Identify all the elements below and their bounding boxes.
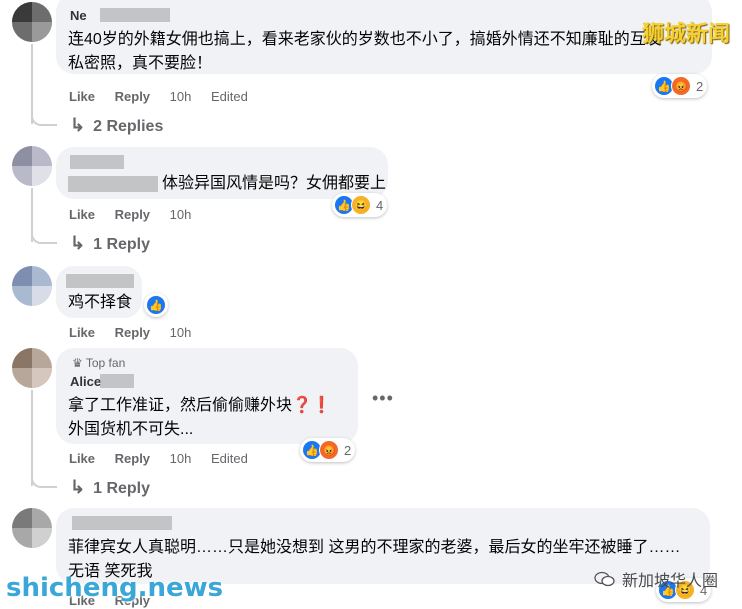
view-replies-button[interactable]: ↳ 1 Reply: [70, 477, 150, 498]
comment-author[interactable]: Alice: [70, 374, 101, 389]
comment-bubble: 体验异国风情是吗？女佣都要上: [56, 147, 388, 199]
thread-elbow: [31, 228, 57, 244]
reaction-summary[interactable]: 👍 😡 2: [300, 438, 356, 462]
author-redaction: [72, 516, 172, 530]
avatar[interactable]: [12, 266, 52, 306]
angry-icon: 😡: [319, 440, 339, 460]
avatar[interactable]: [12, 508, 52, 548]
wechat-icon: [594, 571, 616, 587]
watermark-bottom-left: shicheng.news: [6, 573, 224, 603]
reaction-summary[interactable]: 👍: [144, 293, 168, 317]
reaction-summary[interactable]: 👍 😡 2: [652, 74, 708, 98]
thread-elbow: [31, 110, 57, 126]
timestamp[interactable]: 10h: [170, 207, 192, 222]
like-button[interactable]: Like: [69, 451, 95, 466]
comment-actions: Like Reply 10h: [69, 325, 207, 340]
watermark-text: 新加坡华人圈: [621, 571, 718, 590]
avatar[interactable]: [12, 2, 52, 42]
reply-arrow-icon: ↳: [70, 115, 86, 135]
reaction-count: 4: [376, 197, 384, 213]
badge-icon: ♛: [72, 356, 86, 370]
reply-button[interactable]: Reply: [115, 451, 150, 466]
edited-label: Edited: [211, 89, 248, 104]
comment-text-line: 鸡不择食: [68, 294, 133, 311]
reply-button[interactable]: Reply: [115, 325, 150, 340]
comment-actions: Like Reply 10h Edited: [69, 451, 264, 466]
reply-button[interactable]: Reply: [115, 89, 150, 104]
avatar[interactable]: [12, 146, 52, 186]
avatar[interactable]: [12, 348, 52, 388]
like-icon: 👍: [146, 295, 166, 315]
timestamp[interactable]: 10h: [170, 451, 192, 466]
reply-button[interactable]: Reply: [115, 207, 150, 222]
view-replies-button[interactable]: ↳ 1 Reply: [70, 233, 150, 254]
edited-label: Edited: [211, 451, 248, 466]
top-fan-badge: ♛ Top fan: [72, 356, 126, 370]
timestamp[interactable]: 10h: [170, 89, 192, 104]
author-redaction: [100, 8, 170, 22]
comment-actions: Like Reply 10h Edited: [69, 89, 264, 104]
reaction-count: 2: [344, 442, 352, 458]
timestamp[interactable]: 10h: [170, 325, 192, 340]
comment-text-line: 私密照，真不要脸！: [68, 55, 213, 72]
comment-text-line: 连40岁的外籍女佣也搞上，看来老家伙的岁数也不小了，搞婚外情还不知廉耻的互发: [68, 31, 662, 48]
comment-text-line: 菲律宾女人真聪明……只是她没想到 这男的不理家的老婆，最后女的坐牢还被睡了……: [68, 539, 681, 556]
thread-elbow: [31, 472, 57, 488]
watermark-bottom-right: 新加坡华人圈: [594, 567, 718, 591]
reply-arrow-icon: ↳: [70, 233, 86, 253]
comment-actions: Like Reply 10h: [69, 207, 207, 222]
text-redaction: [68, 176, 158, 192]
comment-bubble: ♛ Top fan Alice 拿了工作准证，然后偷偷赚外块❓❗ 外国货机不可失…: [56, 348, 358, 444]
view-replies-button[interactable]: ↳ 2 Replies: [70, 115, 163, 136]
like-button[interactable]: Like: [69, 325, 95, 340]
author-redaction: [100, 374, 134, 388]
watermark-top-right: 狮城新闻: [641, 22, 730, 47]
author-redaction: [70, 155, 124, 169]
comment-bubble: 鸡不择食: [56, 266, 142, 318]
reply-arrow-icon: ↳: [70, 477, 86, 497]
comment-author[interactable]: Ne: [70, 8, 87, 23]
haha-icon: 😆: [351, 195, 371, 215]
comment-text-line: 外国货机不可失...: [68, 421, 194, 438]
comment-text-line: 拿了工作准证，然后偷偷赚外块❓❗: [68, 397, 332, 414]
comment-bubble: Ne 连40岁的外籍女佣也搞上，看来老家伙的岁数也不小了，搞婚外情还不知廉耻的互…: [56, 0, 712, 74]
like-button[interactable]: Like: [69, 207, 95, 222]
author-redaction: [66, 274, 134, 288]
like-button[interactable]: Like: [69, 89, 95, 104]
more-options-icon[interactable]: •••: [372, 388, 394, 409]
reaction-count: 2: [696, 78, 704, 94]
angry-icon: 😡: [671, 76, 691, 96]
reaction-summary[interactable]: 👍 😆 4: [332, 193, 388, 217]
